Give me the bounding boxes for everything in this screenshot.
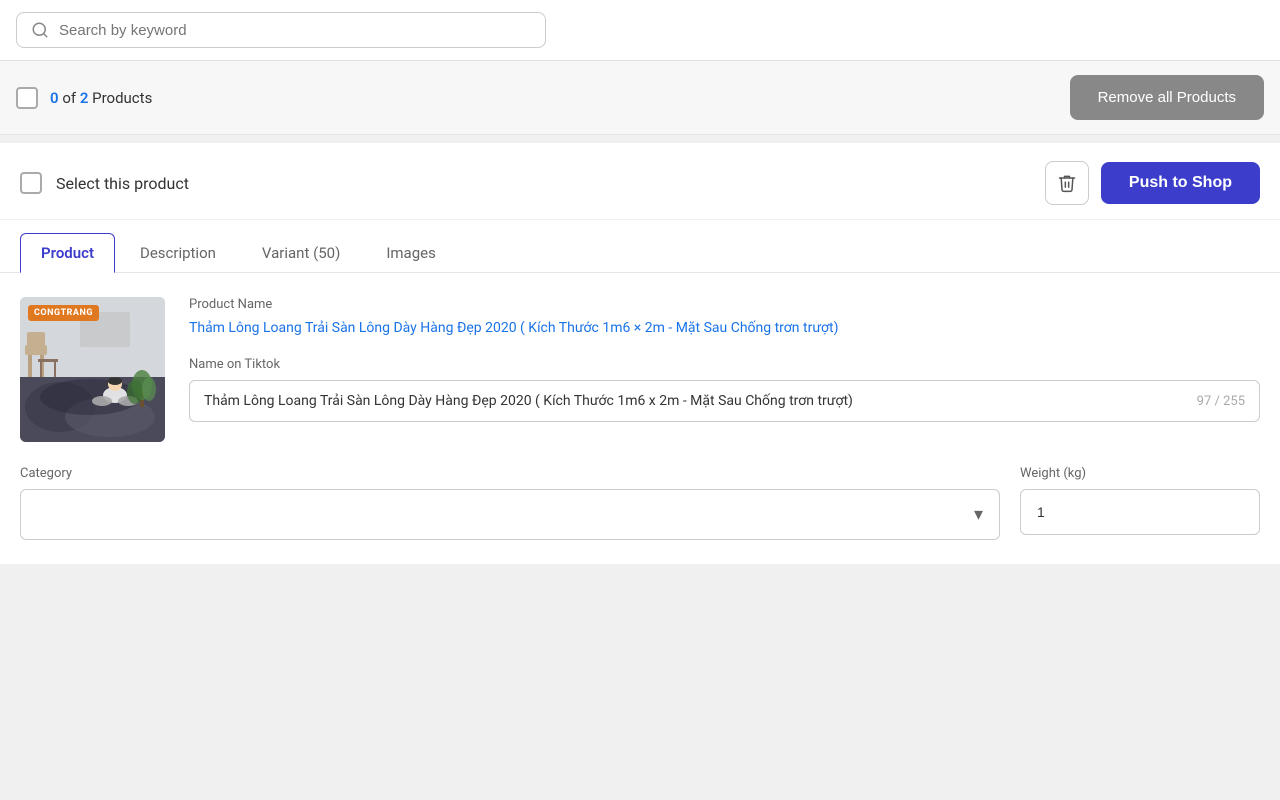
products-word: Products xyxy=(92,89,152,107)
search-bar-section xyxy=(0,0,1280,61)
card-header-right: Push to Shop xyxy=(1045,161,1260,205)
product-content: CONGTRANG xyxy=(0,273,1280,466)
product-image: CONGTRANG xyxy=(20,297,165,442)
weight-field-group: Weight (kg) xyxy=(1020,466,1260,540)
search-wrapper xyxy=(16,12,546,48)
weight-label: Weight (kg) xyxy=(1020,466,1260,481)
category-field-group: Category ▾ xyxy=(20,466,1000,540)
tab-product[interactable]: Product xyxy=(20,233,115,273)
search-input[interactable] xyxy=(59,22,531,39)
brand-badge: CONGTRANG xyxy=(28,305,99,321)
weight-input[interactable] xyxy=(1020,489,1260,535)
tiktok-name-label: Name on Tiktok xyxy=(189,357,1260,372)
delete-button[interactable] xyxy=(1045,161,1089,205)
card-header-left: Select this product xyxy=(20,172,189,194)
product-image-placeholder: CONGTRANG xyxy=(20,297,165,442)
product-details: Product Name Thảm Lông Loang Trải Sàn Lô… xyxy=(189,297,1260,442)
remove-all-button[interactable]: Remove all Products xyxy=(1070,75,1264,120)
tiktok-name-field[interactable]: Thảm Lông Loang Trải Sàn Lông Dày Hàng Đ… xyxy=(189,380,1260,422)
product-count-text: 0 of 2 Products xyxy=(50,89,152,107)
card-header: Select this product Push to Shop xyxy=(0,143,1280,220)
char-count: 97 / 255 xyxy=(1197,394,1245,409)
trash-icon xyxy=(1057,173,1077,193)
select-product-label: Select this product xyxy=(56,174,189,193)
category-select[interactable]: ▾ xyxy=(20,489,1000,540)
tab-images[interactable]: Images xyxy=(365,233,457,273)
count-bar-left: 0 of 2 Products xyxy=(16,87,152,109)
product-checkbox[interactable] xyxy=(20,172,42,194)
search-icon xyxy=(31,21,49,39)
count-bar: 0 of 2 Products Remove all Products xyxy=(0,61,1280,135)
product-name-label: Product Name xyxy=(189,297,1260,312)
product-name-link[interactable]: Thảm Lông Loang Trải Sàn Lông Dày Hàng Đ… xyxy=(189,318,1260,339)
product-card: Select this product Push to Shop Product… xyxy=(0,135,1280,564)
bottom-fields: Category ▾ Weight (kg) xyxy=(0,466,1280,564)
tiktok-name-text: Thảm Lông Loang Trải Sàn Lông Dày Hàng Đ… xyxy=(204,393,1187,409)
total-count: 2 xyxy=(80,89,89,107)
selected-count: 0 xyxy=(50,89,59,107)
select-all-checkbox[interactable] xyxy=(16,87,38,109)
chevron-down-icon: ▾ xyxy=(974,504,983,525)
tab-description[interactable]: Description xyxy=(119,233,237,273)
push-to-shop-button[interactable]: Push to Shop xyxy=(1101,162,1260,204)
count-of-label: of xyxy=(62,89,80,107)
category-label: Category xyxy=(20,466,1000,481)
tab-variant[interactable]: Variant (50) xyxy=(241,233,361,273)
product-tabs: Product Description Variant (50) Images xyxy=(0,220,1280,273)
